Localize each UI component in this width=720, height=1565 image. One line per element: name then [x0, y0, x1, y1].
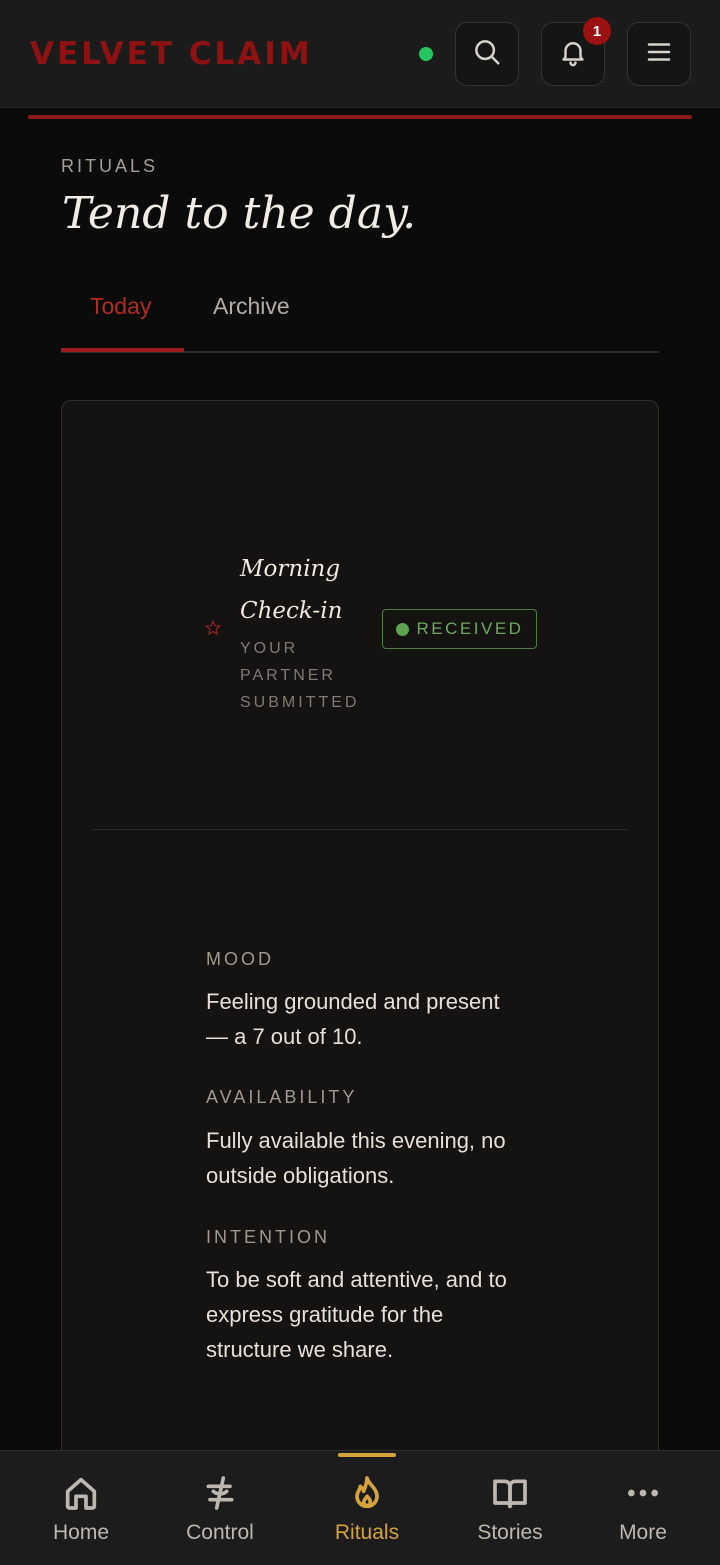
- search-button[interactable]: [455, 22, 519, 86]
- nav-more-label: More: [619, 1521, 667, 1544]
- nav-control-label: Control: [186, 1521, 254, 1544]
- app-header: VELVET CLAIM 1: [0, 0, 720, 108]
- nav-rituals[interactable]: Rituals: [295, 1451, 439, 1565]
- menu-button[interactable]: [627, 22, 691, 86]
- status-badge: RECEIVED: [382, 609, 537, 649]
- nav-home-label: Home: [52, 1521, 110, 1544]
- ritual-subtitle: YOUR PARTNER SUBMITTED: [240, 640, 360, 711]
- bell-icon: [558, 37, 588, 72]
- active-nav-indicator: [338, 1453, 396, 1457]
- online-status-dot: [419, 47, 433, 61]
- home-icon: [65, 1477, 97, 1510]
- availability-label: AVAILABILITY: [206, 1087, 358, 1107]
- nav-home[interactable]: Home: [9, 1451, 153, 1565]
- more-icon: [628, 1489, 658, 1497]
- intention-value: To be soft and attentive, and to express…: [206, 1267, 507, 1362]
- card-divider: [92, 829, 628, 830]
- intention-label: INTENTION: [206, 1227, 330, 1247]
- ritual-title: Morning Check-in: [240, 556, 343, 624]
- mood-value: Feeling grounded and present — a 7 out o…: [206, 989, 500, 1049]
- section-eyebrow: RITUALS: [61, 156, 159, 176]
- book-icon: [493, 1479, 527, 1509]
- page-title: Tend to the day.: [62, 188, 417, 239]
- nav-more[interactable]: More: [571, 1451, 715, 1565]
- control-icon: [206, 1476, 234, 1510]
- active-tab-indicator: [61, 348, 184, 352]
- flame-icon: [355, 1476, 379, 1509]
- notification-badge: 1: [583, 17, 611, 45]
- status-dot: [395, 622, 409, 636]
- star-icon: [205, 620, 221, 636]
- search-icon: [472, 37, 502, 72]
- menu-icon: [644, 37, 674, 72]
- nav-stories[interactable]: Stories: [438, 1451, 582, 1565]
- tab-bar: Today Archive: [61, 285, 659, 353]
- nav-control[interactable]: Control: [148, 1451, 292, 1565]
- header-accent-divider: [28, 115, 692, 119]
- availability-value: Fully available this evening, no outside…: [206, 1128, 506, 1188]
- status-label: RECEIVED: [416, 619, 524, 638]
- nav-rituals-label: Rituals: [334, 1521, 400, 1544]
- tab-today[interactable]: Today: [90, 293, 151, 320]
- brand-logo[interactable]: VELVET CLAIM: [30, 36, 313, 72]
- bottom-navigation: Home Control Rituals Stories More: [0, 1450, 720, 1565]
- nav-stories-label: Stories: [477, 1521, 543, 1544]
- mood-label: MOOD: [206, 949, 274, 969]
- tab-archive[interactable]: Archive: [213, 293, 290, 320]
